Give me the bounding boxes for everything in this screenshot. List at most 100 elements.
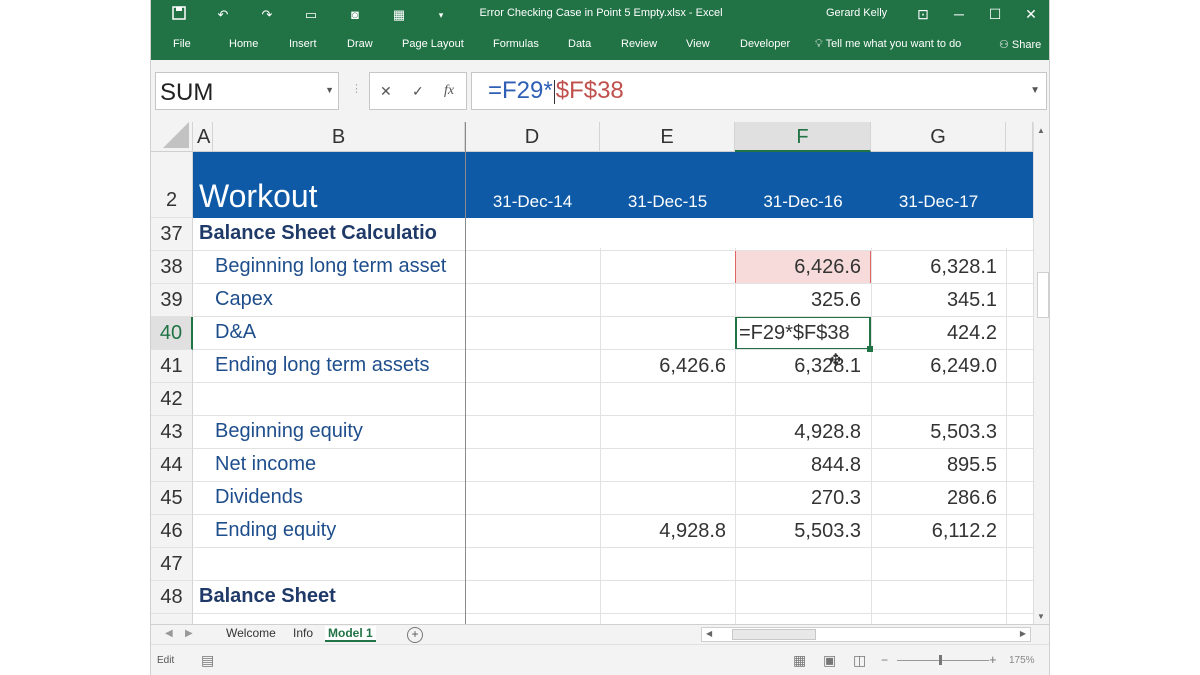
horizontal-scroll-thumb[interactable] (732, 629, 816, 640)
user-name[interactable]: Gerard Kelly (826, 7, 887, 19)
cell-value[interactable]: 345.1 (871, 289, 997, 312)
name-box[interactable]: SUM ▼ (155, 72, 339, 110)
save-icon[interactable] (169, 6, 189, 24)
active-cell-formula[interactable]: =F29*$F$38 (739, 322, 850, 345)
tab-formulas[interactable]: Formulas (493, 38, 539, 50)
cell-value[interactable]: 4,928.8 (735, 421, 861, 444)
row-number-partial[interactable] (151, 614, 193, 624)
ribbon-display-options-icon[interactable]: ⊡ (911, 4, 935, 24)
expand-formula-bar-icon[interactable]: ▼ (1030, 85, 1040, 96)
row-number[interactable]: 43 (151, 416, 193, 449)
cancel-icon[interactable]: ✕ (380, 83, 392, 100)
share-button[interactable]: ⚇ Share (999, 38, 1041, 51)
row-number[interactable]: 44 (151, 449, 193, 482)
row-number[interactable]: 45 (151, 482, 193, 515)
row-number[interactable]: 41 (151, 350, 193, 383)
maximize-icon[interactable]: ☐ (983, 4, 1007, 24)
add-sheet-icon[interactable]: + (407, 627, 423, 643)
tab-page-layout[interactable]: Page Layout (402, 38, 464, 50)
section-heading[interactable]: Balance Sheet Calculatio (199, 222, 465, 245)
zoom-level[interactable]: 175% (1009, 655, 1035, 666)
row-number[interactable]: 38 (151, 251, 193, 284)
customize-toolbar-icon[interactable]: ▾ (431, 6, 451, 24)
cell-value[interactable]: 6,328.1 (871, 256, 997, 279)
column-header-b[interactable]: B (213, 122, 465, 152)
zoom-out-icon[interactable]: − (881, 653, 888, 667)
horizontal-scrollbar[interactable]: ◀ ▶ (701, 627, 1031, 642)
column-header-a[interactable]: A (193, 122, 213, 152)
vertical-scroll-thumb[interactable] (1037, 272, 1049, 318)
close-icon[interactable]: ✕ (1019, 4, 1043, 24)
sheet-next-icon[interactable]: ▶ (185, 628, 193, 639)
zoom-slider-knob[interactable] (939, 655, 942, 665)
row-number[interactable]: 39 (151, 284, 193, 317)
tab-home[interactable]: Home (229, 38, 258, 50)
section-heading[interactable]: Balance Sheet (199, 585, 336, 608)
sheet-prev-icon[interactable]: ◀ (165, 628, 173, 639)
row-label[interactable]: Ending long term assets (215, 354, 430, 377)
cell-value[interactable]: 4,928.8 (600, 520, 726, 543)
formula-input[interactable]: =F29* $F$38 ▼ (471, 72, 1047, 110)
cell-value[interactable]: 6,426.6 (735, 256, 861, 279)
tab-draw[interactable]: Draw (347, 38, 373, 50)
macro-recording-icon[interactable]: ▤ (201, 652, 214, 669)
scroll-right-icon[interactable]: ▶ (1020, 629, 1026, 638)
minimize-icon[interactable]: ─ (947, 4, 971, 24)
tell-me-search[interactable]: 💡︎ Tell me what you want to do (815, 38, 961, 51)
worksheet-grid[interactable]: A B D E F G 2 Workout 31-Dec-14 31-Dec-1… (151, 122, 1033, 624)
sheet-tab-welcome[interactable]: Welcome (223, 626, 279, 640)
column-header-f[interactable]: F (735, 122, 871, 152)
enter-icon[interactable]: ✓ (412, 83, 424, 100)
sheet-tab-model-1[interactable]: Model 1 (325, 626, 376, 642)
page-layout-view-icon[interactable]: ▣ (823, 652, 836, 669)
screenshot-icon[interactable]: ▭ (301, 6, 321, 24)
row-number[interactable]: 47 (151, 548, 193, 581)
row-number-2[interactable]: 2 (151, 152, 193, 218)
tab-insert[interactable]: Insert (289, 38, 317, 50)
cell-value[interactable]: 6,249.0 (871, 355, 997, 378)
cell-value[interactable]: 286.6 (871, 487, 997, 510)
tab-view[interactable]: View (686, 38, 710, 50)
row-label[interactable]: Dividends (215, 486, 303, 509)
cell-value[interactable]: 424.2 (871, 322, 997, 345)
insert-function-icon[interactable]: fx (444, 83, 454, 99)
calculator-icon[interactable]: ▦ (389, 6, 409, 24)
row-label[interactable]: Net income (215, 453, 316, 476)
scroll-up-icon[interactable]: ▲ (1037, 126, 1045, 135)
row-label[interactable]: Beginning long term asset (215, 255, 465, 278)
column-header-next[interactable] (1006, 122, 1033, 152)
tab-file[interactable]: File (173, 38, 191, 50)
cell-value[interactable]: 325.6 (735, 289, 861, 312)
row-number[interactable]: 48 (151, 581, 193, 614)
scroll-down-icon[interactable]: ▼ (1037, 612, 1045, 621)
select-all-corner[interactable] (151, 122, 193, 152)
cell-value[interactable]: 5,503.3 (735, 520, 861, 543)
row-label[interactable]: Beginning equity (215, 420, 363, 443)
cell-value[interactable]: 5,503.3 (871, 421, 997, 444)
cell-value[interactable]: 895.5 (871, 454, 997, 477)
normal-view-icon[interactable]: ▦ (793, 652, 806, 669)
resize-handle-icon[interactable]: ⋮ (351, 82, 362, 95)
scroll-left-icon[interactable]: ◀ (706, 629, 712, 638)
chevron-down-icon[interactable]: ▼ (325, 85, 334, 95)
camera-icon[interactable]: ◙ (345, 6, 365, 24)
redo-icon[interactable]: ↷ (257, 6, 277, 24)
row-number[interactable]: 46 (151, 515, 193, 548)
page-break-preview-icon[interactable]: ◫ (853, 652, 866, 669)
tab-data[interactable]: Data (568, 38, 591, 50)
cell-value[interactable]: 6,112.2 (871, 520, 997, 543)
row-label[interactable]: Ending equity (215, 519, 336, 542)
cell-value[interactable]: 6,426.6 (600, 355, 726, 378)
vertical-scrollbar[interactable]: ▲ ▼ (1033, 122, 1049, 624)
sheet-tab-info[interactable]: Info (290, 626, 316, 640)
tab-developer[interactable]: Developer (740, 38, 790, 50)
column-header-e[interactable]: E (600, 122, 735, 152)
cell-value[interactable]: 844.8 (735, 454, 861, 477)
column-header-g[interactable]: G (871, 122, 1006, 152)
zoom-slider[interactable] (897, 660, 989, 661)
tab-review[interactable]: Review (621, 38, 657, 50)
row-number-selected[interactable]: 40 (151, 317, 193, 350)
zoom-in-icon[interactable]: + (989, 652, 997, 667)
row-number[interactable]: 37 (151, 218, 193, 251)
undo-icon[interactable]: ↶ (213, 6, 233, 24)
